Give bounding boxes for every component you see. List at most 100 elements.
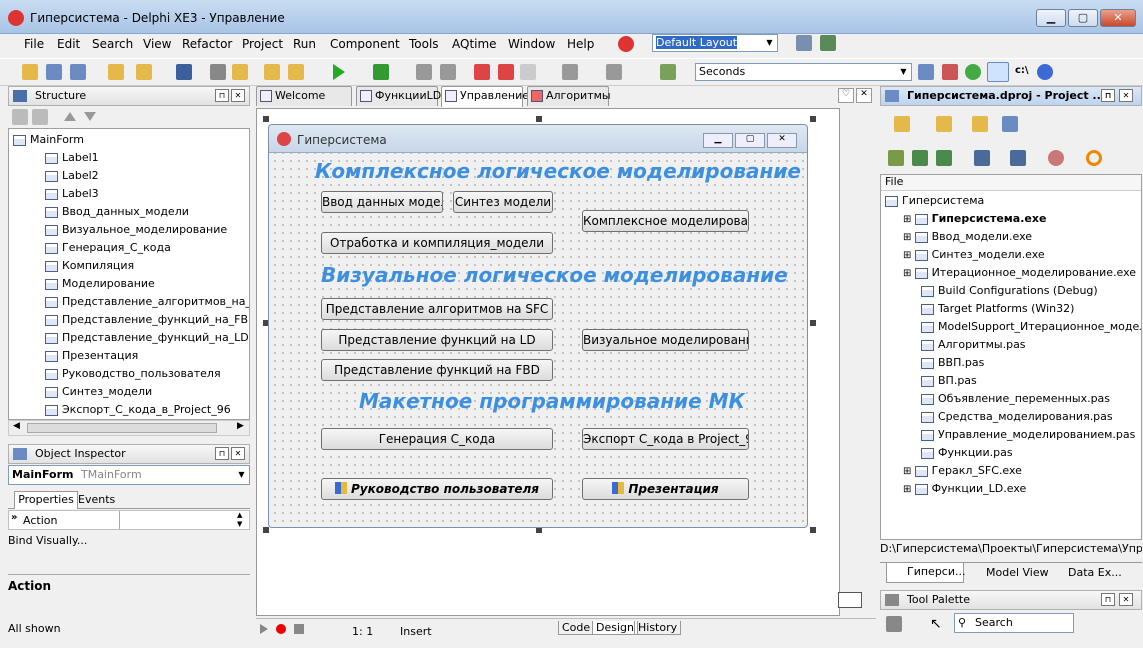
tabs-dropdown-icon[interactable]: ♡	[838, 88, 854, 103]
close-panel-icon[interactable]: ✕	[231, 89, 245, 102]
sfc-button[interactable]: Представление алгоритмов на SFC	[321, 298, 553, 320]
record-macro-icon[interactable]	[276, 624, 286, 634]
project-tree-item[interactable]: Управление_моделированием.pas	[921, 426, 1135, 444]
tab-properties[interactable]: Properties	[14, 491, 78, 509]
expand-node-icon[interactable]: ⊞	[903, 268, 915, 279]
remove-icon[interactable]	[936, 150, 952, 166]
tool-pressed-icon[interactable]	[987, 62, 1009, 82]
input-model-button[interactable]: Ввод данных модели	[321, 191, 443, 213]
play-macro-icon[interactable]	[260, 624, 268, 634]
tree-item[interactable]: Моделирование	[45, 275, 155, 293]
project-tree-item[interactable]: ⊞ Функции_LD.exe	[903, 480, 1026, 498]
tree-item[interactable]: Представление_функций_на_LD	[45, 329, 249, 347]
resize-handle[interactable]	[263, 527, 269, 533]
project-tree-item[interactable]: ⊞ Гиперсистема.exe	[903, 210, 1046, 228]
globe-icon[interactable]	[965, 64, 981, 80]
trace-into-icon[interactable]	[474, 64, 490, 80]
tab-history[interactable]: History	[634, 621, 682, 635]
structure-hscroll[interactable]: ◀ ▶	[8, 420, 250, 436]
toggle-form-icon[interactable]	[210, 64, 226, 80]
close-panel-icon[interactable]: ✕	[1119, 593, 1133, 606]
save-icon[interactable]	[176, 64, 192, 80]
activate-icon[interactable]	[888, 150, 904, 166]
project-tree-item[interactable]: ⊞ Геракл_SFC.exe	[903, 462, 1022, 480]
tree-item[interactable]: Ввод_данных_модели	[45, 203, 189, 221]
project-tree-item[interactable]: Гиперсистема	[885, 192, 984, 210]
colors-icon[interactable]	[1048, 150, 1064, 166]
new-item-icon[interactable]	[108, 64, 124, 80]
compile-all-icon[interactable]	[1010, 150, 1026, 166]
profiler-icon[interactable]	[918, 64, 934, 80]
project-tree-item[interactable]: Функции.pas	[921, 444, 1013, 462]
close-button[interactable]: ✕	[1100, 9, 1136, 27]
resize-handle[interactable]	[810, 320, 816, 326]
expand-node-icon[interactable]: ⊞	[903, 484, 915, 495]
project-tree-item[interactable]: ⊞ Ввод_модели.exe	[903, 228, 1032, 246]
tree-item[interactable]: Представление_функций_на_FBD	[45, 311, 249, 329]
save-all-icon[interactable]	[70, 64, 86, 80]
project-tree-item[interactable]: Build Configurations (Debug)	[921, 282, 1098, 300]
expand-node-icon[interactable]: ⊞	[903, 250, 915, 261]
tree-item[interactable]: Руководство_пользователя	[45, 365, 221, 383]
complex-modeling-button[interactable]: Комплексное моделирование	[582, 210, 749, 232]
menu-window[interactable]: Window	[508, 37, 555, 51]
visual-modeling-button[interactable]: Визуальное моделирование	[582, 329, 749, 351]
layout-combo[interactable]: Default Layout ▼	[652, 34, 778, 52]
user-manual-button[interactable]: Руководство пользователя	[321, 478, 553, 500]
menu-help[interactable]: Help	[567, 37, 594, 51]
run-to-cursor-icon[interactable]	[520, 64, 536, 80]
view-unit-icon[interactable]	[232, 64, 248, 80]
project-tree[interactable]: File Гиперсистема ⊞ Гиперсистема.exe ⊞ Вво…	[880, 174, 1142, 540]
pin-icon[interactable]: ⊓	[215, 447, 229, 460]
add-file-icon[interactable]	[288, 64, 304, 80]
bind-visually-link[interactable]: Bind Visually...	[8, 534, 87, 547]
project-tree-item[interactable]: Target Platforms (Win32)	[921, 300, 1074, 318]
presentation-button[interactable]: Презентация	[582, 478, 749, 500]
main-form[interactable]: Гиперсистема ▁ ▢ ✕ Комплексное логическо…	[268, 124, 808, 528]
sort-icon[interactable]	[974, 150, 990, 166]
tab-events[interactable]: Events	[78, 493, 115, 506]
ld-button[interactable]: Представление функций на LD	[321, 329, 553, 351]
categories-icon[interactable]	[886, 616, 902, 632]
open-file-icon[interactable]	[264, 64, 280, 80]
maximize-button[interactable]: ▢	[1068, 9, 1098, 27]
export-c-button[interactable]: Экспорт С_кода в Project_96	[582, 428, 749, 450]
fbd-button[interactable]: Представление функций на FBD	[321, 359, 553, 381]
menu-file[interactable]: File	[24, 37, 44, 51]
tab-algoritmy[interactable]: Алгоритмы	[527, 86, 611, 106]
pin-icon[interactable]: ⊓	[1101, 89, 1115, 102]
tab-upravlenie[interactable]: Управление	[441, 86, 529, 107]
menu-component[interactable]: Component	[330, 37, 400, 51]
seconds-combo[interactable]: Seconds ▼	[695, 63, 912, 81]
help-circle-icon[interactable]	[1037, 64, 1053, 80]
structure-tree[interactable]: MainForm Label1 Label2 Label3 Ввод_данных_мо…	[8, 128, 250, 420]
expand-property-icon[interactable]: »	[11, 512, 17, 523]
open-icon[interactable]	[136, 64, 152, 80]
add-icon[interactable]	[912, 150, 928, 166]
pointer-icon[interactable]: ↖	[930, 616, 942, 632]
collapse-icon[interactable]	[12, 109, 28, 125]
set-layout-icon[interactable]	[820, 35, 836, 51]
stop-icon[interactable]	[440, 64, 456, 80]
step-over-icon[interactable]	[498, 64, 514, 80]
scroll-left-icon[interactable]: ◀	[13, 421, 20, 431]
tab-project[interactable]: Гиперси...	[886, 563, 966, 583]
tree-item[interactable]: Визуальное_моделирование	[45, 221, 227, 239]
new-project-icon[interactable]	[894, 116, 910, 132]
project-tree-item[interactable]: ВП.pas	[921, 372, 977, 390]
forward-icon[interactable]	[606, 64, 622, 80]
pin-icon[interactable]: ⊓	[215, 89, 229, 102]
debug-compile-button[interactable]: Отработка и компиляция_модели	[321, 232, 553, 254]
tab-code[interactable]: Code	[558, 621, 595, 635]
menu-run[interactable]: Run	[293, 37, 316, 51]
command-prompt-icon[interactable]: c:\	[1015, 65, 1029, 76]
project-tree-item[interactable]: ModelSupport_Итерационное_модел...	[921, 318, 1141, 336]
back-icon[interactable]	[562, 64, 578, 80]
project-tree-item[interactable]: Средства_моделирования.pas	[921, 408, 1113, 426]
new-icon[interactable]	[22, 64, 38, 80]
minimize-button[interactable]: ▁	[1036, 9, 1066, 27]
tree-item[interactable]: Label2	[45, 167, 99, 185]
tree-item[interactable]: Презентация	[45, 347, 138, 365]
tab-design[interactable]: Design	[592, 621, 638, 635]
expand-icon[interactable]	[32, 109, 48, 125]
